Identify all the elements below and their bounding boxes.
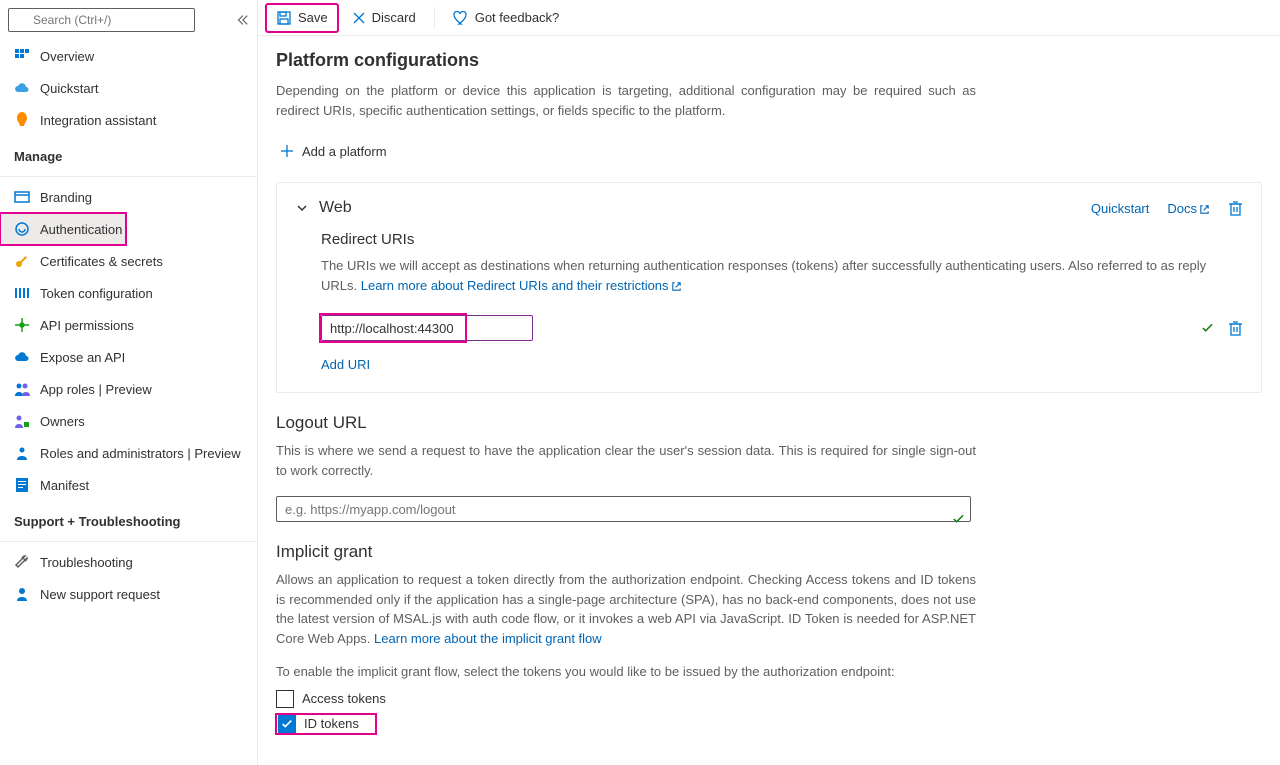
save-icon bbox=[276, 10, 292, 26]
web-platform-card: Web Quickstart Docs Redirect URIs The UR… bbox=[276, 182, 1262, 393]
sidebar-item-label: Quickstart bbox=[40, 81, 99, 96]
feedback-button[interactable]: Got feedback? bbox=[443, 4, 570, 32]
search-input[interactable] bbox=[8, 8, 195, 32]
sidebar-item-label: Token configuration bbox=[40, 286, 153, 301]
redirect-uris-desc: The URIs we will accept as destinations … bbox=[321, 256, 1243, 295]
delete-uri-icon[interactable] bbox=[1228, 320, 1243, 336]
chevron-down-icon[interactable] bbox=[295, 201, 309, 215]
redirect-uri-input[interactable] bbox=[321, 315, 533, 341]
platform-config-title: Platform configurations bbox=[276, 50, 1262, 71]
web-card-title: Web bbox=[319, 199, 352, 217]
sidebar-item-api-permissions[interactable]: API permissions bbox=[0, 309, 257, 341]
check-icon bbox=[952, 513, 965, 526]
logout-title: Logout URL bbox=[276, 413, 1262, 433]
close-icon bbox=[352, 11, 366, 25]
implicit-learn-link[interactable]: Learn more about the implicit grant flow bbox=[374, 631, 602, 646]
sidebar-item-overview[interactable]: Overview bbox=[0, 40, 257, 72]
branding-icon bbox=[14, 189, 30, 205]
sidebar-item-authentication[interactable]: Authentication bbox=[0, 213, 126, 245]
logout-desc: This is where we send a request to have … bbox=[276, 441, 976, 480]
save-button[interactable]: Save bbox=[266, 4, 338, 32]
sidebar-item-label: Expose an API bbox=[40, 350, 125, 365]
sidebar-item-label: Troubleshooting bbox=[40, 555, 133, 570]
id-tokens-label: ID tokens bbox=[304, 716, 359, 731]
web-docs-link[interactable]: Docs bbox=[1167, 201, 1210, 216]
sidebar-item-integration[interactable]: Integration assistant bbox=[0, 104, 257, 136]
key-icon bbox=[14, 253, 30, 269]
discard-button[interactable]: Discard bbox=[342, 4, 426, 32]
people-icon bbox=[14, 381, 30, 397]
support-icon bbox=[14, 586, 30, 602]
token-icon bbox=[14, 285, 30, 301]
sidebar-item-label: Owners bbox=[40, 414, 85, 429]
check-icon bbox=[1201, 322, 1214, 335]
platform-config-desc: Depending on the platform or device this… bbox=[276, 81, 976, 120]
sidebar-item-label: API permissions bbox=[40, 318, 134, 333]
sidebar-item-label: Branding bbox=[40, 190, 92, 205]
redirect-learn-link[interactable]: Learn more about Redirect URIs and their… bbox=[361, 278, 682, 293]
sidebar-item-label: Manifest bbox=[40, 478, 89, 493]
plus-icon bbox=[280, 144, 294, 158]
sidebar-item-new-request[interactable]: New support request bbox=[0, 578, 257, 610]
logout-url-input[interactable] bbox=[276, 496, 971, 522]
cloud-icon bbox=[14, 80, 30, 96]
sidebar-item-troubleshooting[interactable]: Troubleshooting bbox=[0, 546, 257, 578]
toolbar: Save Discard Got feedback? bbox=[258, 0, 1280, 36]
sidebar-item-label: Certificates & secrets bbox=[40, 254, 163, 269]
nav-group-manage: Manage bbox=[0, 140, 257, 172]
sidebar-item-label: Roles and administrators | Preview bbox=[40, 446, 241, 461]
sidebar-item-label: Authentication bbox=[40, 222, 122, 237]
sidebar-item-owners[interactable]: Owners bbox=[0, 405, 257, 437]
access-tokens-row: Access tokens bbox=[276, 690, 1262, 708]
sidebar-item-label: New support request bbox=[40, 587, 160, 602]
wrench-icon bbox=[14, 554, 30, 570]
sidebar-item-token-config[interactable]: Token configuration bbox=[0, 277, 257, 309]
external-link-icon bbox=[671, 281, 682, 292]
add-uri-link[interactable]: Add URI bbox=[321, 353, 370, 376]
implicit-title: Implicit grant bbox=[276, 542, 1262, 562]
manifest-icon bbox=[14, 477, 30, 493]
access-tokens-label: Access tokens bbox=[302, 691, 386, 706]
auth-icon bbox=[14, 221, 30, 237]
sidebar-item-certificates[interactable]: Certificates & secrets bbox=[0, 245, 257, 277]
id-tokens-checkbox[interactable] bbox=[278, 715, 296, 733]
redirect-uris-title: Redirect URIs bbox=[321, 231, 1243, 248]
sidebar-item-quickstart[interactable]: Quickstart bbox=[0, 72, 257, 104]
implicit-enable-prompt: To enable the implicit grant flow, selec… bbox=[276, 662, 976, 682]
heart-icon bbox=[453, 11, 469, 25]
sidebar-item-label: Overview bbox=[40, 49, 94, 64]
access-tokens-checkbox[interactable] bbox=[276, 690, 294, 708]
permissions-icon bbox=[14, 317, 30, 333]
content-area: Platform configurations Depending on the… bbox=[258, 36, 1280, 765]
rocket-icon bbox=[14, 112, 30, 128]
owners-icon bbox=[14, 413, 30, 429]
delete-platform-icon[interactable] bbox=[1228, 200, 1243, 216]
expose-icon bbox=[14, 349, 30, 365]
add-platform-button[interactable]: Add a platform bbox=[276, 136, 391, 166]
sidebar-item-branding[interactable]: Branding bbox=[0, 181, 257, 213]
sidebar-item-label: App roles | Preview bbox=[40, 382, 152, 397]
implicit-desc: Allows an application to request a token… bbox=[276, 570, 976, 648]
sidebar-item-roles-admins[interactable]: Roles and administrators | Preview bbox=[0, 437, 257, 469]
sidebar: Overview Quickstart Integration assistan… bbox=[0, 0, 258, 765]
sidebar-item-label: Integration assistant bbox=[40, 113, 156, 128]
collapse-sidebar-icon[interactable] bbox=[235, 13, 249, 27]
sidebar-item-manifest[interactable]: Manifest bbox=[0, 469, 257, 501]
sidebar-item-expose-api[interactable]: Expose an API bbox=[0, 341, 257, 373]
id-tokens-row: ID tokens bbox=[276, 714, 376, 734]
grid-icon bbox=[14, 48, 30, 64]
roles-icon bbox=[14, 445, 30, 461]
web-quickstart-link[interactable]: Quickstart bbox=[1091, 201, 1150, 216]
nav-group-support: Support + Troubleshooting bbox=[0, 505, 257, 537]
sidebar-item-app-roles[interactable]: App roles | Preview bbox=[0, 373, 257, 405]
external-link-icon bbox=[1199, 204, 1210, 215]
